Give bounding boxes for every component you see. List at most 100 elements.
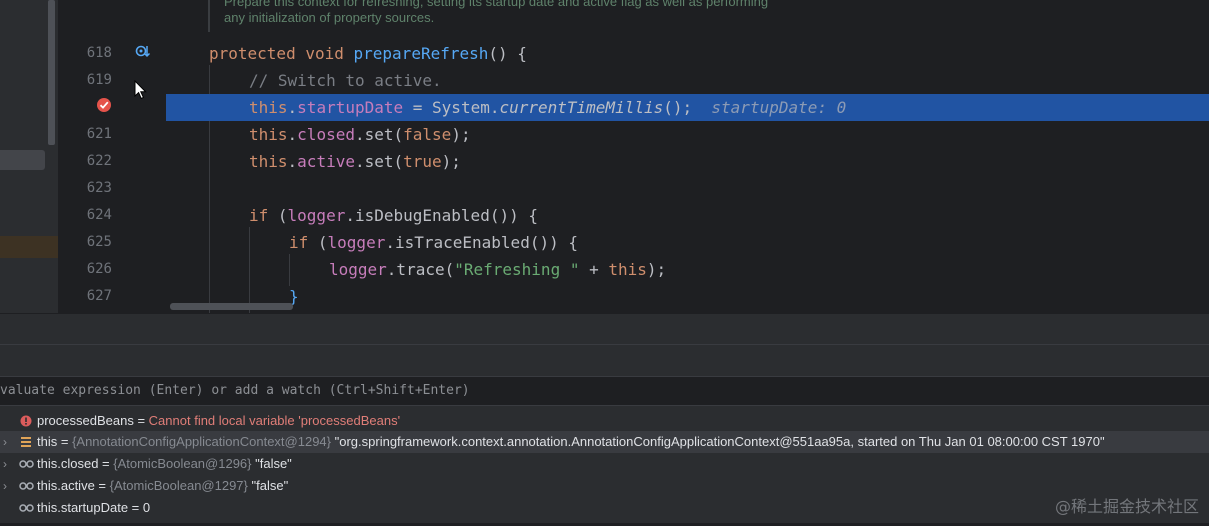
code-line-621[interactable]: 621 this.closed.set(false);: [0, 121, 1209, 148]
variable-value: 0: [142, 500, 151, 515]
watermark: @稀土掘金技术社区: [1054, 497, 1199, 516]
code-token: this: [608, 260, 647, 279]
watch-icon: [19, 497, 35, 526]
variable-type: {AnnotationConfigApplicationContext@1294…: [72, 434, 332, 449]
line-number: 623: [86, 180, 112, 196]
code-token: this: [249, 98, 288, 117]
line-number: 622: [86, 153, 112, 169]
variable-text: this.startupDate = 0: [37, 497, 150, 519]
variable-eq: =: [128, 500, 143, 515]
code-text: this.closed.set(false);: [249, 125, 471, 144]
code-line-620[interactable]: this.startupDate = System.currentTimeMil…: [0, 94, 1209, 121]
code-text: if (logger.isDebugEnabled()) {: [249, 202, 538, 229]
code-token: prepareRefresh: [353, 44, 489, 63]
variable-text: this.active = {AtomicBoolean@1297} "fals…: [37, 475, 288, 497]
variable-error: Cannot find local variable 'processedBea…: [148, 413, 401, 428]
variable-name: this.closed: [37, 456, 99, 471]
inline-debug-value: startupDate: 0: [711, 98, 847, 117]
line-number: 621: [86, 126, 112, 142]
line-number: 625: [86, 234, 112, 250]
code-token: (: [308, 233, 328, 252]
expand-arrow-icon[interactable]: ›: [3, 431, 7, 453]
code-token: (: [268, 206, 288, 225]
editor-horizontal-scrollbar[interactable]: [170, 303, 293, 310]
code-token: true: [403, 152, 442, 171]
variable-name: this: [37, 434, 58, 449]
variable-eq: =: [98, 456, 114, 471]
code-token: "Refreshing ": [454, 260, 580, 279]
variable-name: this.startupDate: [37, 500, 129, 515]
expand-arrow-icon[interactable]: ›: [3, 475, 7, 497]
code-token: this: [249, 152, 288, 171]
doc-comment: Prepare this context for refreshing, set…: [208, 0, 1209, 32]
code-token: closed: [297, 125, 355, 144]
code-token: startupDate: [297, 98, 404, 117]
variable-value: "false": [247, 478, 289, 493]
code-line-625[interactable]: 625 if (logger.isTraceEnabled()) {: [0, 229, 1209, 256]
variable-type: {AtomicBoolean@1296}: [113, 456, 252, 471]
variable-text: this.closed = {AtomicBoolean@1296} "fals…: [37, 453, 292, 475]
line-number: 626: [86, 261, 112, 277]
variable-type: {AtomicBoolean@1297}: [109, 478, 248, 493]
breakpoint-icon[interactable]: [97, 98, 111, 112]
code-line-623[interactable]: 623: [0, 175, 1209, 202]
code-token: void: [305, 44, 344, 63]
code-token: .set(: [354, 125, 404, 144]
code-line-622[interactable]: 622 this.active.set(true);: [0, 148, 1209, 175]
code-token: protected: [209, 44, 296, 63]
doc-comment-line: any initialization of property sources.: [224, 10, 435, 25]
code-line-626[interactable]: 626 logger.trace("Refreshing " + this);: [0, 256, 1209, 283]
line-number: 618: [86, 45, 112, 61]
code-token: this: [249, 125, 288, 144]
variable-name: processedBeans: [37, 413, 134, 428]
variable-row[interactable]: › this.closed = {AtomicBoolean@1296} "fa…: [0, 453, 1209, 475]
variables-panel[interactable]: processedBeans = Cannot find local varia…: [0, 406, 1209, 523]
expand-arrow-icon[interactable]: ›: [3, 453, 7, 475]
variable-name: this.active: [37, 478, 95, 493]
code-token: false: [403, 125, 452, 144]
code-token: .trace(: [386, 260, 455, 279]
line-number: 619: [86, 72, 112, 88]
code-token: logger: [327, 233, 386, 252]
code-token: );: [441, 152, 461, 171]
variable-row[interactable]: this.startupDate = 0: [0, 497, 1209, 519]
code-token: .isTraceEnabled()) {: [385, 233, 578, 252]
code-line-624[interactable]: 624 if (logger.isDebugEnabled()) {: [0, 202, 1209, 229]
variable-row[interactable]: › this.active = {AtomicBoolean@1297} "fa…: [0, 475, 1209, 497]
code-text: if (logger.isTraceEnabled()) {: [289, 229, 578, 256]
variable-eq: =: [94, 478, 110, 493]
code-text: this.active.set(true);: [249, 152, 461, 171]
code-comment: // Switch to active.: [249, 71, 442, 90]
code-token: if: [249, 206, 269, 225]
evaluate-expression-field[interactable]: valuate expression (Enter) or add a watc…: [0, 376, 1209, 406]
debug-toolbar: [0, 313, 1209, 345]
doc-comment-line: Prepare this context for refreshing, set…: [224, 0, 769, 9]
mouse-cursor-icon: [134, 79, 148, 104]
code-token: );: [646, 260, 667, 279]
code-token: currentTimeMillis: [499, 98, 664, 117]
code-editor[interactable]: Prepare this context for refreshing, set…: [0, 0, 1209, 313]
line-number: 627: [86, 288, 112, 304]
code-text: this.startupDate = System.currentTimeMil…: [249, 98, 847, 117]
debug-frames-bar: [0, 344, 1209, 376]
code-token: );: [451, 125, 471, 144]
code-line-619[interactable]: 619 // Switch to active.: [0, 67, 1209, 94]
variable-eq: =: [57, 434, 73, 449]
code-token: = System.: [403, 98, 500, 117]
code-token: .isDebugEnabled()) {: [345, 206, 538, 225]
code-token: active: [297, 152, 355, 171]
code-token: logger: [287, 206, 346, 225]
evaluate-expression-placeholder: valuate expression (Enter) or add a watc…: [0, 383, 470, 398]
variable-text: processedBeans = Cannot find local varia…: [37, 410, 400, 432]
variable-text: this = {AnnotationConfigApplicationConte…: [37, 431, 1105, 453]
variable-value: "false": [251, 456, 292, 471]
code-line-618[interactable]: 618 protected void prepareRefresh() {: [0, 40, 1209, 67]
variable-row[interactable]: processedBeans = Cannot find local varia…: [0, 410, 1209, 432]
code-token: +: [579, 260, 609, 279]
variable-eq: =: [133, 413, 149, 428]
line-number: 624: [86, 207, 112, 223]
variable-row[interactable]: › this = {AnnotationConfigApplicationCon…: [0, 431, 1209, 453]
variable-value: "org.springframework.context.annotation.…: [331, 434, 1105, 449]
code-token: logger: [329, 260, 387, 279]
code-token: () {: [488, 44, 527, 63]
